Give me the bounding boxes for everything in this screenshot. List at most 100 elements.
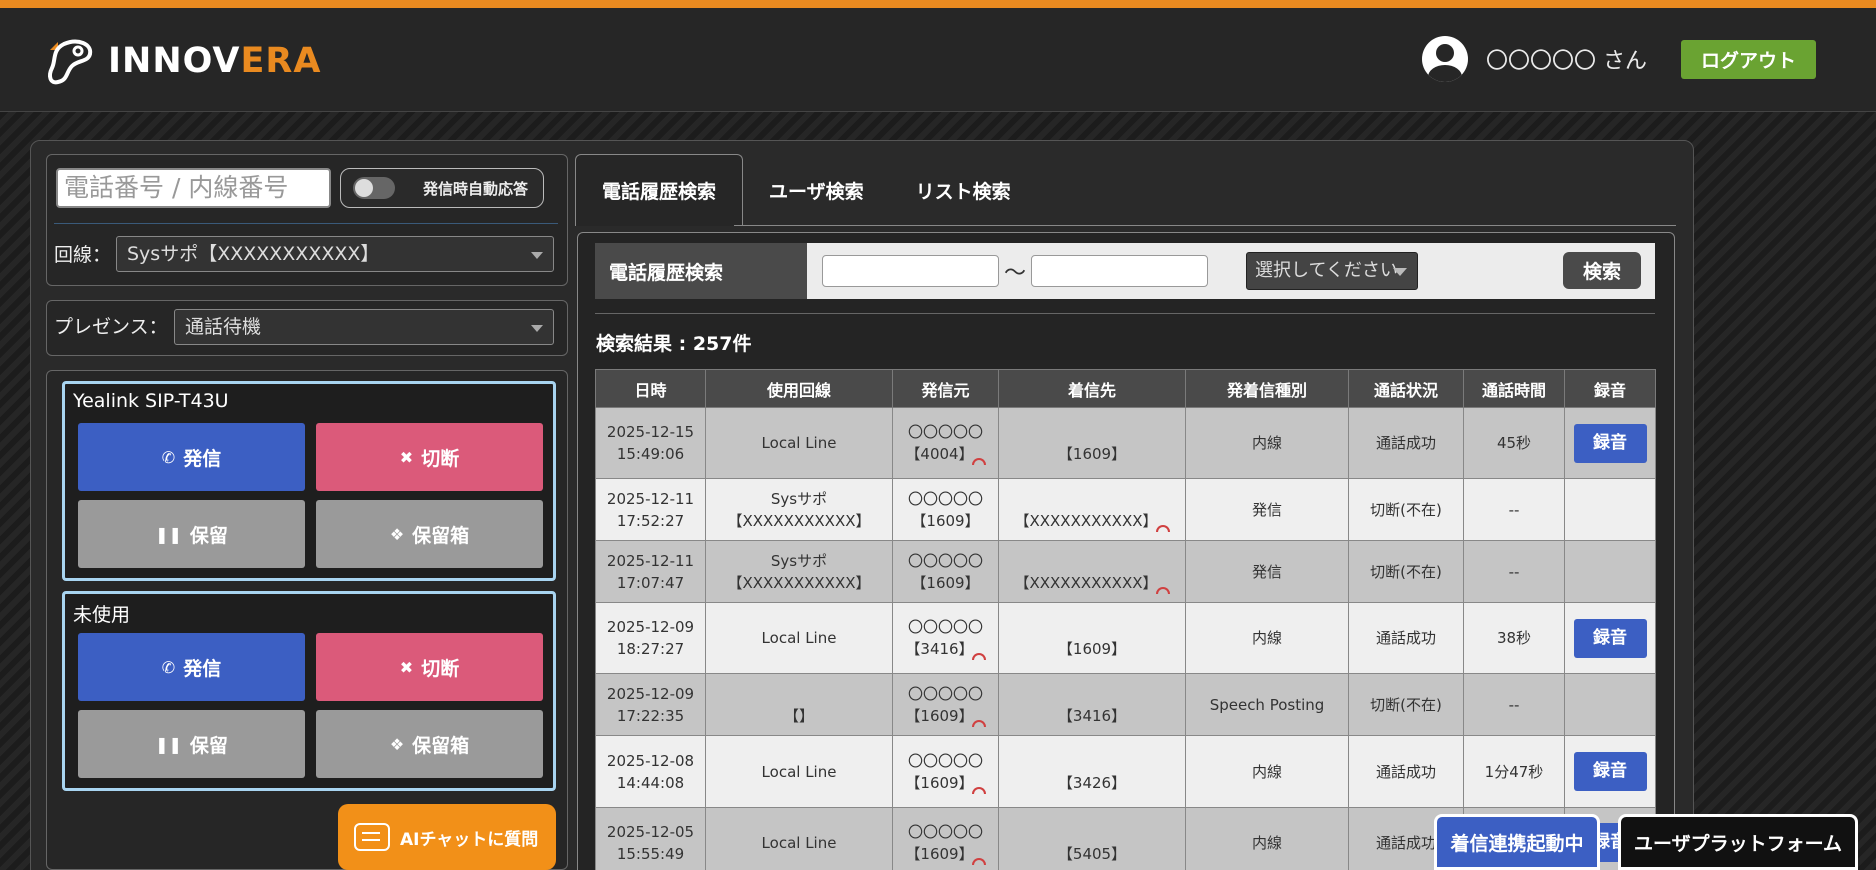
column-header[interactable]: 着信先 [998, 369, 1186, 408]
line-cell: Local Line [705, 407, 893, 479]
column-header[interactable]: 発着信種別 [1185, 369, 1349, 408]
phone-title: Yealink SIP-T43U [73, 390, 229, 412]
tab-list-search[interactable]: リスト検索 [890, 154, 1037, 226]
call-button[interactable]: ✆ 発信 [78, 423, 305, 491]
phone-title: 未使用 [73, 604, 131, 626]
record-cell: 録音 [1564, 735, 1656, 808]
line-select[interactable]: Sysサポ【XXXXXXXXXXX】 [116, 236, 554, 272]
table-row[interactable]: 2025-12-08 14:44:08 Local Line 〇〇〇〇〇 【1609… [595, 735, 1656, 808]
table-row[interactable]: 2025-12-11 17:52:27 Sysサポ 【XXXXXXXXXXX】 〇〇… [595, 478, 1656, 541]
handset-icon[interactable] [971, 653, 986, 660]
from-cell: 〇〇〇〇〇 【1609】 [892, 735, 999, 808]
duration-cell: -- [1463, 540, 1565, 603]
column-header[interactable]: 通話時間 [1463, 369, 1565, 408]
hangup-button[interactable]: ✖ 切断 [316, 633, 543, 701]
duration-cell: -- [1463, 673, 1565, 736]
ai-chat-label: AIチャットに質問 [400, 829, 539, 850]
call-type-placeholder: 選択してください [1255, 260, 1398, 281]
type-cell: Speech Posting [1185, 673, 1349, 736]
to-cell: 【5405】 [998, 807, 1186, 870]
column-header[interactable]: 使用回線 [705, 369, 893, 408]
line-label: 回線： [54, 244, 112, 266]
date-to-input[interactable] [1031, 255, 1208, 287]
call-type-select[interactable]: 選択してください [1246, 252, 1418, 290]
record-cell: 録音 [1564, 602, 1656, 674]
duration-cell: 38秒 [1463, 602, 1565, 674]
to-cell: 【3426】 [998, 735, 1186, 808]
column-header[interactable]: 発信元 [892, 369, 999, 408]
ai-chat-button[interactable]: AIチャットに質問 [338, 804, 556, 870]
type-cell: 内線 [1185, 602, 1349, 674]
datetime-cell: 2025-12-11 17:52:27 [595, 478, 706, 541]
type-cell: 内線 [1185, 407, 1349, 479]
hangup-button[interactable]: ✖ 切断 [316, 423, 543, 491]
handset-icon[interactable] [971, 857, 986, 865]
user-platform-button[interactable]: ユーザプラットフォーム [1618, 814, 1858, 870]
record-button[interactable]: 録音 [1573, 618, 1647, 658]
line-cell: Local Line [705, 807, 893, 870]
to-cell: 【3416】 [998, 673, 1186, 736]
auto-answer-toggle[interactable]: 発信時自動応答 [340, 168, 544, 208]
handset-icon[interactable] [971, 786, 986, 794]
holdbox-button[interactable]: ❖ 保留箱 [316, 710, 543, 778]
toggle-switch-icon[interactable] [353, 177, 395, 199]
table-row[interactable]: 2025-12-09 17:22:35 【】 〇〇〇〇〇 【1609】 【3416】… [595, 673, 1656, 736]
phone-number-input[interactable]: 電話番号 / 内線番号 [56, 168, 331, 208]
table-row[interactable]: 2025-12-09 18:27:27 Local Line 〇〇〇〇〇 【3416… [595, 602, 1656, 674]
hold-button[interactable]: ❚❚ 保留 [78, 710, 305, 778]
chevron-down-icon [531, 252, 543, 259]
handset-icon[interactable] [971, 719, 986, 727]
incoming-integration-button[interactable]: 着信連携起動中 [1434, 814, 1600, 870]
divider [595, 313, 1655, 314]
status-cell: 切断(不在) [1348, 478, 1464, 541]
dropbox-icon: ❖ [389, 524, 405, 544]
line-cell: Sysサポ 【XXXXXXXXXXX】 [705, 540, 893, 603]
tab-user-search[interactable]: ユーザ検索 [743, 154, 890, 226]
from-cell: 〇〇〇〇〇 【1609】 [892, 478, 999, 541]
status-cell: 切断(不在) [1348, 673, 1464, 736]
hold-button[interactable]: ❚❚ 保留 [78, 500, 305, 568]
from-cell: 〇〇〇〇〇 【3416】 [892, 602, 999, 674]
from-cell: 〇〇〇〇〇 【4004】 [892, 407, 999, 479]
record-button[interactable]: 録音 [1573, 423, 1647, 463]
duration-cell: 1分47秒 [1463, 735, 1565, 808]
presence-select-value: 通話待機 [185, 316, 262, 338]
top-header: INNOVERA 〇〇〇〇〇 さん ログアウト [0, 0, 1876, 112]
search-title: 電話履歴検索 [595, 243, 807, 299]
to-cell: 【1609】 [998, 407, 1186, 479]
to-cell: 【XXXXXXXXXXX】 [998, 540, 1186, 603]
call-button[interactable]: ✆ 発信 [78, 633, 305, 701]
duration-cell: -- [1463, 478, 1565, 541]
holdbox-button[interactable]: ❖ 保留箱 [316, 500, 543, 568]
record-button[interactable]: 録音 [1573, 752, 1647, 791]
pause-icon: ❚❚ [155, 524, 182, 544]
phone-icon: ✆ [161, 657, 176, 677]
avatar-icon [1421, 36, 1468, 82]
datetime-cell: 2025-12-08 14:44:08 [595, 735, 706, 808]
phone-card-2: 未使用 ✆ 発信 ✖ 切断 ❚❚ 保留 ❖ 保留箱 [62, 591, 556, 791]
logo[interactable]: INNOVERA [44, 34, 321, 88]
presence-label: プレゼンス： [54, 316, 168, 338]
table-row[interactable]: 2025-12-11 17:07:47 Sysサポ 【XXXXXXXXXXX】 〇〇… [595, 540, 1656, 603]
phone-card-1: Yealink SIP-T43U ✆ 発信 ✖ 切断 ❚❚ 保留 ❖ 保留箱 [62, 381, 556, 581]
type-cell: 内線 [1185, 735, 1349, 808]
logout-button[interactable]: ログアウト [1680, 39, 1816, 79]
record-cell: 録音 [1564, 407, 1656, 479]
table-row[interactable]: 2025-12-15 15:49:06 Local Line 〇〇〇〇〇 【4004… [595, 407, 1656, 479]
status-cell: 通話成功 [1348, 407, 1464, 479]
record-cell [1564, 673, 1656, 736]
type-cell: 発信 [1185, 540, 1349, 603]
result-count: 検索結果 : 257件 [596, 333, 752, 355]
datetime-cell: 2025-12-15 15:49:06 [595, 407, 706, 479]
from-cell: 〇〇〇〇〇 【1609】 [892, 807, 999, 870]
presence-select[interactable]: 通話待機 [174, 309, 554, 345]
user-area: 〇〇〇〇〇 さん ログアウト [1421, 36, 1816, 82]
column-header[interactable]: 日時 [595, 369, 706, 408]
record-cell [1564, 478, 1656, 541]
search-button[interactable]: 検索 [1563, 252, 1641, 289]
column-header[interactable]: 通話状況 [1348, 369, 1464, 408]
column-header[interactable]: 録音 [1564, 369, 1656, 408]
handset-icon[interactable] [971, 458, 986, 465]
tab-call-history[interactable]: 電話履歴検索 [575, 154, 744, 226]
date-from-input[interactable] [822, 255, 999, 287]
